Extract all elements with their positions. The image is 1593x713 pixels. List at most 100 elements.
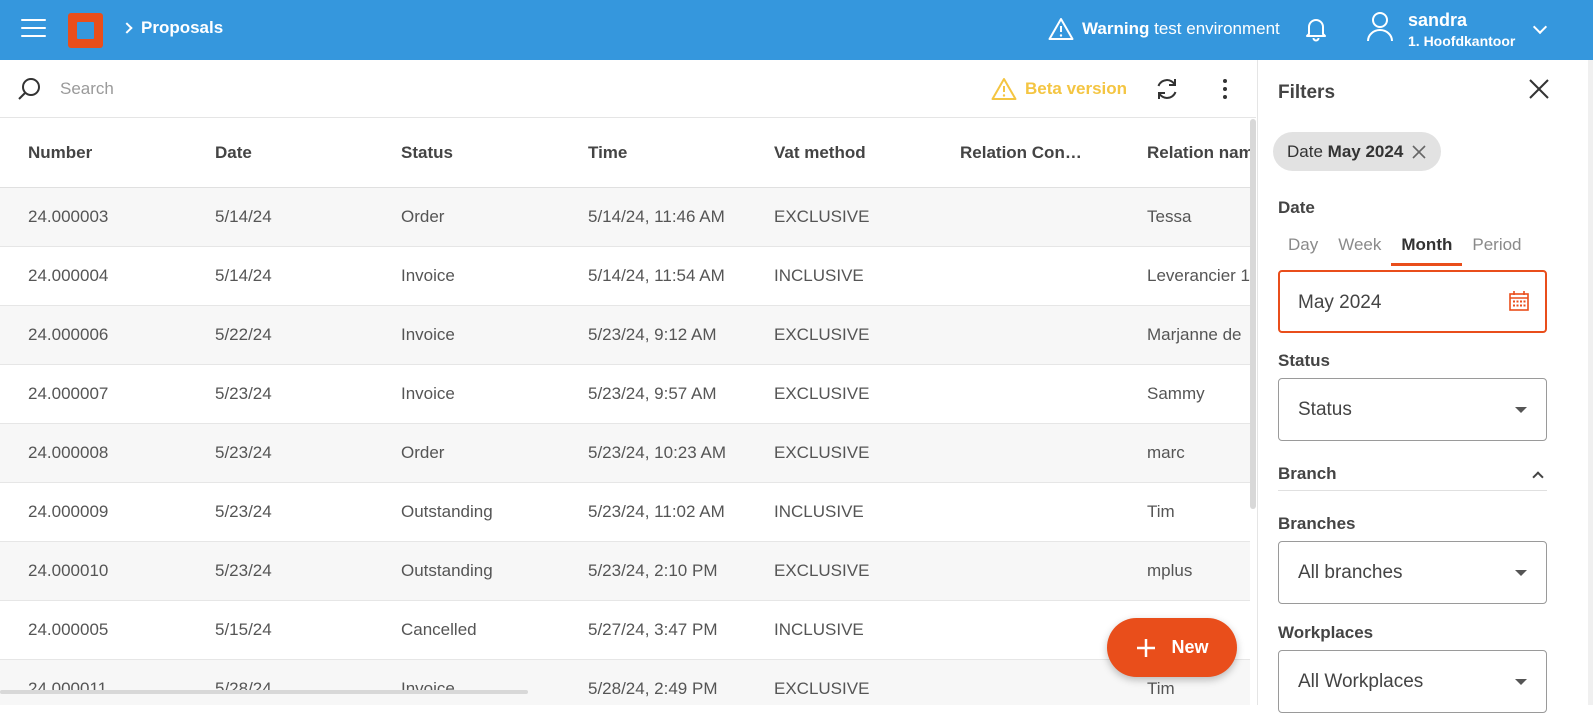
column-header-time[interactable]: Time [588, 143, 758, 163]
table-row[interactable]: 24.000006 5/22/24 Invoice 5/23/24, 9:12 AM E… [0, 306, 1250, 365]
column-header-relation-name[interactable]: Relation nam [1147, 143, 1250, 163]
cell-vat-method: INCLUSIVE [774, 266, 864, 285]
cell-number: 24.000007 [28, 384, 109, 403]
chip-value: May 2024 [1327, 141, 1404, 161]
cell-date: 5/23/24 [215, 561, 272, 580]
cell-time: 5/23/24, 11:02 AM [588, 502, 725, 521]
branch-section-header[interactable]: Branch [1278, 464, 1337, 484]
chevron-up-icon[interactable] [1532, 471, 1544, 483]
cell-date: 5/14/24 [215, 207, 272, 226]
breadcrumb: Proposals [121, 18, 223, 38]
cell-number: 24.000010 [28, 561, 109, 580]
workplaces-select-value: All Workplaces [1298, 671, 1424, 692]
table-row[interactable]: 24.000011 5/28/24 Invoice 5/28/24, 2:49 PM E… [0, 660, 1250, 705]
cell-relation-name: Tim [1147, 679, 1175, 698]
cell-status: Cancelled [401, 620, 477, 639]
cell-vat-method: EXCLUSIVE [774, 561, 870, 580]
user-name: sandra [1408, 10, 1468, 30]
cell-number: 24.000011 [28, 679, 108, 698]
cell-date: 5/15/24 [215, 620, 272, 639]
app-logo[interactable] [68, 13, 103, 48]
user-avatar-icon [1367, 12, 1393, 42]
tab-day[interactable]: Day [1278, 230, 1328, 266]
workplaces-select[interactable]: All Workplaces [1278, 650, 1547, 713]
beta-badge: Beta version [991, 77, 1127, 101]
column-header-date[interactable]: Date [215, 143, 385, 163]
cell-vat-method: EXCLUSIVE [774, 443, 870, 462]
cell-number: 24.000005 [28, 620, 109, 639]
date-picker-field[interactable]: May 2024 [1278, 270, 1547, 333]
warning-icon [991, 78, 1017, 100]
cell-vat-method: EXCLUSIVE [774, 384, 870, 403]
refresh-icon[interactable] [1154, 76, 1180, 102]
status-section-label: Status [1278, 351, 1330, 370]
cell-time: 5/23/24, 9:57 AM [588, 384, 717, 403]
cell-relation-name: mplus [1147, 561, 1193, 580]
toolbar: Beta version [0, 60, 1256, 118]
cell-date: 5/23/24 [215, 443, 272, 462]
close-icon[interactable] [1528, 78, 1550, 100]
dropdown-arrow-icon [1515, 570, 1527, 576]
column-header-number[interactable]: Number [28, 143, 198, 163]
column-header-relation-contact[interactable]: Relation Con… [960, 143, 1090, 163]
tab-month[interactable]: Month [1391, 230, 1463, 266]
tab-period[interactable]: Period [1462, 230, 1531, 266]
cell-time: 5/23/24, 9:12 AM [588, 325, 717, 344]
notifications-bell-icon[interactable] [1304, 16, 1328, 42]
section-divider [1278, 490, 1547, 491]
date-section-label: Date [1278, 198, 1315, 217]
search-icon[interactable] [16, 76, 42, 102]
plus-icon [1137, 638, 1156, 657]
menu-icon[interactable] [21, 19, 46, 39]
warning-icon [1048, 18, 1074, 40]
table-row[interactable]: 24.000005 5/15/24 Cancelled 5/27/24, 3:47 P… [0, 601, 1250, 660]
date-granularity-tabs: Day Week Month Period [1278, 230, 1548, 266]
cell-date: 5/22/24 [215, 325, 272, 344]
cell-date: 5/14/24 [215, 266, 272, 285]
user-menu[interactable]: sandra 1. Hoofdkantoor [1366, 10, 1515, 49]
cell-relation-name: Tessa [1147, 207, 1192, 226]
cell-vat-method: EXCLUSIVE [774, 207, 870, 226]
branches-select[interactable]: All branches [1278, 541, 1547, 604]
vertical-scrollbar[interactable] [1250, 119, 1256, 509]
cell-number: 24.000003 [28, 207, 109, 226]
table-row[interactable]: 24.000008 5/23/24 Order 5/23/24, 10:23 AM EX… [0, 424, 1250, 483]
cell-date: 5/28/24 [215, 679, 272, 698]
table-row[interactable]: 24.000004 5/14/24 Invoice 5/14/24, 11:54 AM… [0, 247, 1250, 306]
filters-panel: Filters Date May 2024 Date Day Week Mont… [1257, 60, 1593, 713]
cell-vat-method: EXCLUSIVE [774, 679, 870, 698]
panel-scrollbar[interactable] [1588, 60, 1593, 705]
cell-time: 5/14/24, 11:46 AM [588, 207, 725, 226]
table-row[interactable]: 24.000003 5/14/24 Order 5/14/24, 11:46 AM EX… [0, 188, 1250, 247]
table-row[interactable]: 24.000010 5/23/24 Outstanding 5/23/24, 2:10… [0, 542, 1250, 601]
filters-title: Filters [1278, 82, 1336, 103]
column-header-vat-method[interactable]: Vat method [774, 143, 944, 163]
column-header-status[interactable]: Status [401, 143, 571, 163]
chevron-right-icon [121, 22, 133, 34]
tab-week[interactable]: Week [1328, 230, 1391, 266]
table-row[interactable]: 24.000007 5/23/24 Invoice 5/23/24, 9:57 AM E… [0, 365, 1250, 424]
new-proposal-button[interactable]: New [1107, 618, 1237, 677]
breadcrumb-current[interactable]: Proposals [141, 18, 223, 38]
warning-text: test environment [1154, 19, 1280, 38]
cell-time: 5/27/24, 3:47 PM [588, 620, 718, 639]
cell-date: 5/23/24 [215, 502, 272, 521]
search-input[interactable] [60, 76, 560, 102]
active-filter-chip[interactable]: Date May 2024 [1273, 132, 1442, 171]
cell-status: Order [401, 443, 445, 462]
chevron-down-icon[interactable] [1532, 19, 1548, 35]
cell-relation-name: Tim [1147, 502, 1175, 521]
cell-time: 5/23/24, 10:23 AM [588, 443, 726, 462]
cell-status: Outstanding [401, 561, 493, 580]
more-options-icon[interactable] [1215, 77, 1235, 101]
cell-number: 24.000008 [28, 443, 109, 462]
status-select[interactable]: Status [1278, 378, 1547, 441]
horizontal-scrollbar[interactable] [0, 690, 528, 694]
cell-time: 5/28/24, 2:49 PM [588, 679, 718, 698]
top-bar: Proposals Warning test environment sandr… [0, 0, 1593, 60]
cell-number: 24.000009 [28, 502, 109, 521]
calendar-icon[interactable] [1508, 290, 1530, 312]
table-row[interactable]: 24.000009 5/23/24 Outstanding 5/23/24, 11:0… [0, 483, 1250, 542]
remove-filter-icon[interactable] [1411, 144, 1427, 160]
date-picker-value: May 2024 [1298, 292, 1382, 313]
